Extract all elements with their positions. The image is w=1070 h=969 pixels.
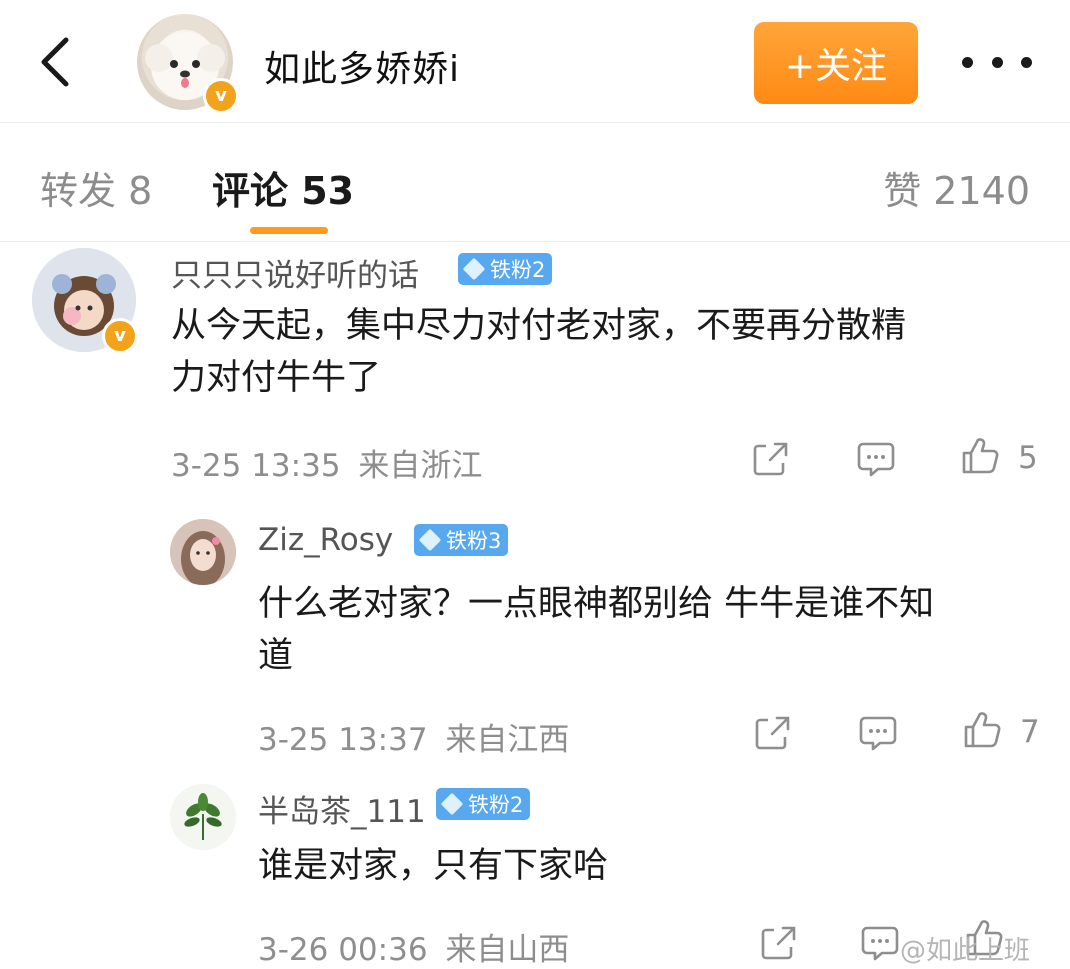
- comment-text: 谁是对家，只有下家哈: [258, 846, 609, 886]
- comment-time: 3-26 00:36: [258, 932, 428, 968]
- back-button[interactable]: [30, 34, 80, 90]
- more-dots-icon[interactable]: [962, 44, 1032, 80]
- diamond-icon: [440, 792, 464, 816]
- tab-comment[interactable]: 评论 53: [212, 160, 354, 215]
- comment-icon[interactable]: [860, 922, 900, 962]
- like-thumb-icon[interactable]: [962, 710, 1002, 750]
- comment-meta: 3-25 13:37 来自江西: [258, 714, 569, 759]
- fan-level-badge: 铁粉3: [414, 524, 509, 556]
- commenter-name[interactable]: 半岛茶_111: [258, 786, 426, 831]
- comment-location: 来自浙江: [358, 448, 483, 484]
- tab-repost[interactable]: 转发 8: [40, 160, 152, 215]
- comment-meta: 3-25 13:35 来自浙江: [171, 440, 482, 485]
- girl-avatar-image: [170, 519, 236, 585]
- verified-badge-icon: v: [102, 318, 138, 354]
- active-tab-indicator: [250, 227, 328, 234]
- share-icon[interactable]: [752, 712, 792, 752]
- diamond-icon: [462, 257, 486, 281]
- comment-meta: 3-26 00:36 来自山西: [258, 924, 569, 969]
- comment-text: 什么老对家？一点眼神都别给 牛牛是谁不知 道: [258, 584, 935, 676]
- share-icon[interactable]: [758, 922, 798, 962]
- verified-badge-icon: v: [203, 78, 239, 114]
- watermark: @如此上班: [900, 936, 1031, 966]
- diamond-icon: [418, 528, 442, 552]
- comment-icon[interactable]: [858, 712, 898, 752]
- comment-icon[interactable]: [856, 438, 896, 478]
- fan-level-badge: 铁粉2: [458, 253, 553, 285]
- like-count: 5: [1018, 440, 1038, 476]
- comment-location: 来自山西: [445, 932, 570, 968]
- commenter-name[interactable]: Ziz_Rosy: [258, 522, 393, 558]
- divider: [0, 241, 1070, 242]
- comment-time: 3-25 13:35: [171, 448, 341, 484]
- author-name[interactable]: 如此多娇娇i: [264, 40, 460, 92]
- leaf-avatar-image: [170, 784, 236, 850]
- like-thumb-icon[interactable]: [960, 436, 1000, 476]
- chevron-left-icon: [41, 37, 69, 87]
- like-count: 7: [1020, 714, 1040, 750]
- profile-header: v 如此多娇娇i +关注: [0, 0, 1070, 123]
- follow-button[interactable]: +关注: [754, 22, 918, 104]
- fan-level-badge: 铁粉2: [436, 788, 531, 820]
- commenter-avatar[interactable]: [170, 519, 236, 585]
- comment-location: 来自江西: [445, 722, 570, 758]
- comment-time: 3-25 13:37: [258, 722, 428, 758]
- share-icon[interactable]: [750, 438, 790, 478]
- commenter-name[interactable]: 只只只说好听的话: [171, 250, 419, 295]
- commenter-avatar[interactable]: [170, 784, 236, 850]
- comment-text: 从今天起，集中尽力对付老对家，不要再分散精 力对付牛牛了: [171, 306, 907, 398]
- tab-like[interactable]: 赞 2140: [883, 160, 1030, 215]
